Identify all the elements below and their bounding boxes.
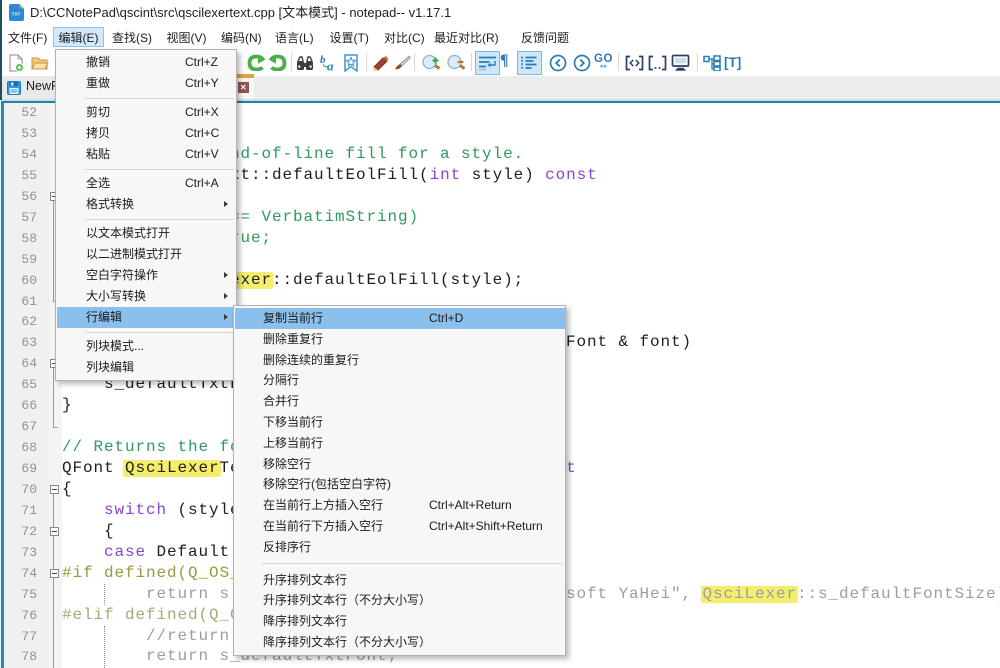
svg-text:a: a <box>327 59 334 72</box>
svg-text:TXT: TXT <box>12 11 21 16</box>
svg-text:b: b <box>320 54 326 66</box>
